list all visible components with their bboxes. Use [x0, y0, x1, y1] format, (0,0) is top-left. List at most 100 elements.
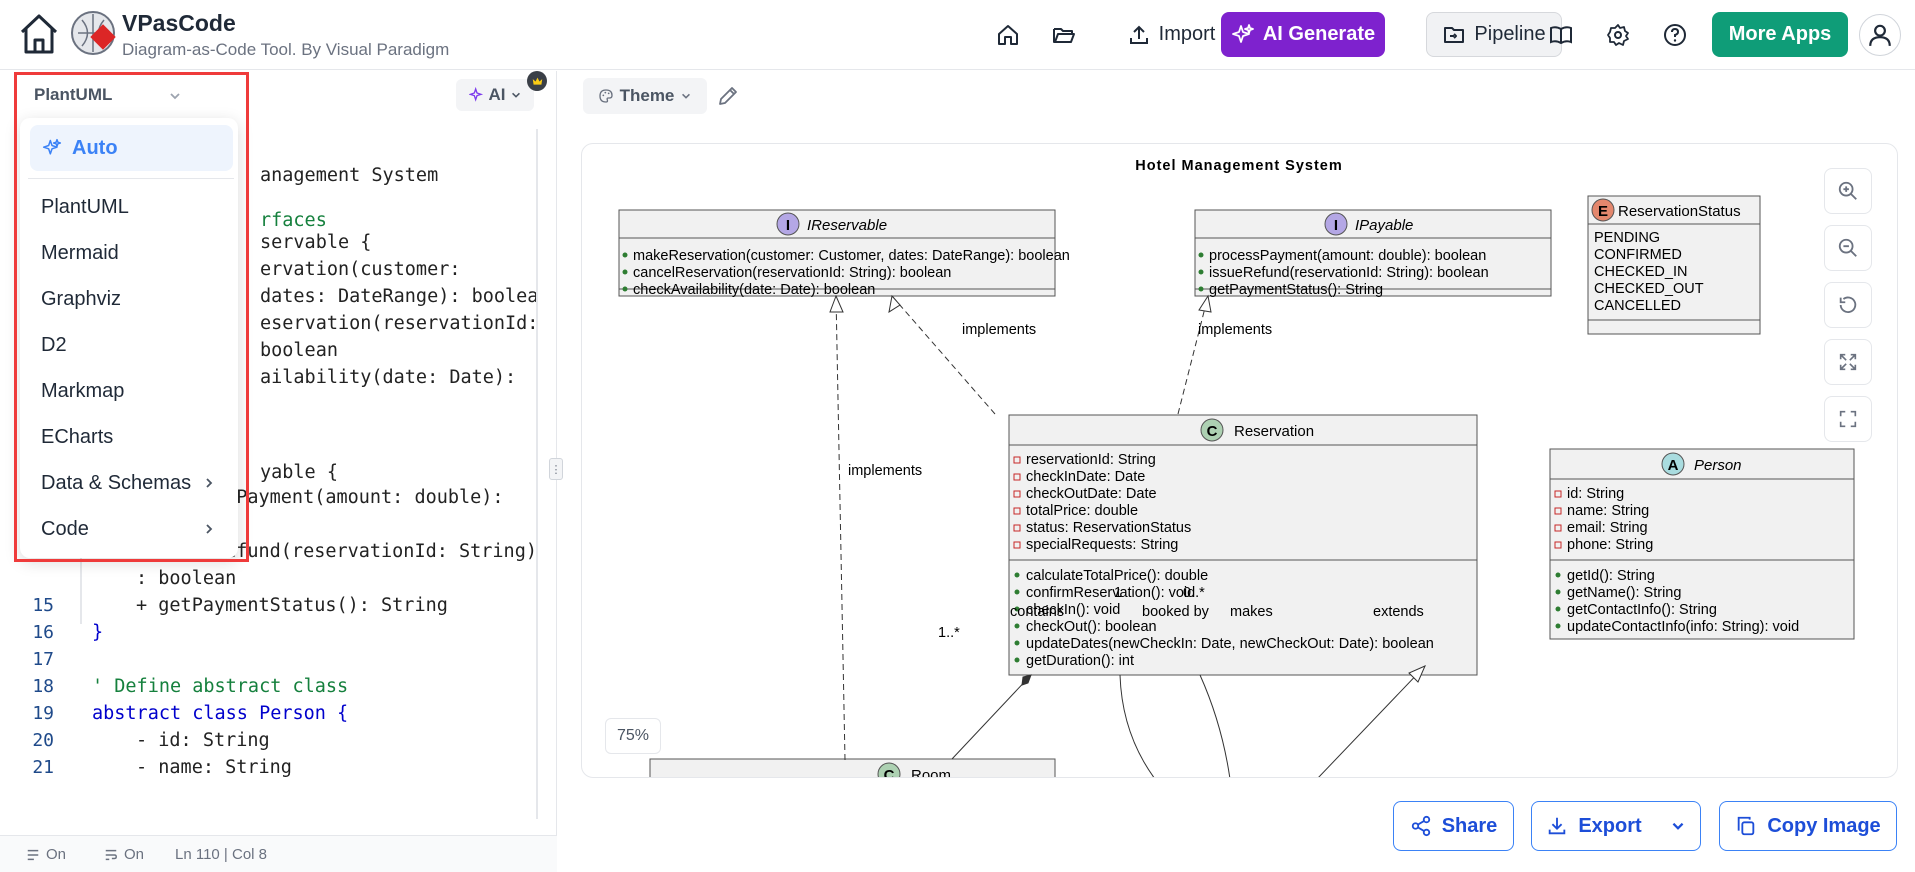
edit-pencil-icon[interactable]	[716, 84, 740, 108]
panel-resize-handle[interactable]: ⋮	[549, 458, 563, 480]
dropdown-item-auto[interactable]: Auto	[30, 125, 233, 171]
class-ireservable: I IReservable makeReservation(customer: …	[618, 209, 1070, 298]
svg-text:getDuration(): int: getDuration(): int	[1026, 653, 1134, 669]
svg-text:confirmReservation(): void: confirmReservation(): void	[1026, 585, 1195, 601]
vpascode-logo	[70, 10, 116, 56]
class-name: IReservable	[807, 217, 887, 234]
svg-text:extends: extends	[1373, 604, 1424, 620]
dropdown-item-markmap[interactable]: Markmap	[41, 380, 124, 403]
svg-text:id: String: id: String	[1567, 486, 1624, 502]
app-title: VPasCode	[122, 10, 236, 36]
user-avatar-icon[interactable]	[1859, 14, 1901, 56]
diagram-canvas[interactable]: Hotel Management System I IReservable ma…	[581, 143, 1898, 778]
dropdown-item-d2[interactable]: D2	[41, 334, 67, 357]
copy-image-button[interactable]: Copy Image	[1719, 801, 1897, 851]
chevron-down-icon[interactable]	[1670, 818, 1686, 834]
dropdown-item-mermaid[interactable]: Mermaid	[41, 242, 119, 265]
svg-text:getContactInfo(): String: getContactInfo(): String	[1567, 602, 1717, 618]
svg-text:cancelReservation(reservationI: cancelReservation(reservationId: String)…	[633, 265, 951, 281]
ai-generate-button[interactable]: AI Generate	[1221, 12, 1385, 57]
reset-view-icon[interactable]	[1824, 282, 1872, 328]
chevron-down-icon	[682, 93, 691, 99]
code-line: dates: DateRange): boolean	[260, 286, 540, 307]
dropdown-item-echarts[interactable]: ECharts	[41, 426, 113, 449]
code-line: ailability(date: Date):	[260, 367, 517, 388]
dropdown-item-graphviz[interactable]: Graphviz	[41, 288, 121, 311]
editor-scrollbar[interactable]	[536, 129, 538, 819]
language-select[interactable]: PlantUML	[34, 85, 112, 105]
svg-text:email: String: email: String	[1567, 520, 1648, 536]
code-line: yable {	[260, 462, 338, 483]
copy-icon	[1738, 816, 1755, 836]
language-dropdown-menu: Auto PlantUML Mermaid Graphviz D2 Markma…	[20, 118, 238, 558]
svg-text:updateDates(newCheckIn: Date,: updateDates(newCheckIn: Date, newCheckOu…	[1026, 636, 1434, 652]
download-icon	[1549, 817, 1566, 835]
code-line: abstract class Person {	[92, 703, 349, 724]
open-folder-icon[interactable]	[1046, 12, 1082, 57]
import-button[interactable]: Import	[1106, 12, 1236, 57]
svg-text:IPayable: IPayable	[1355, 217, 1413, 234]
theme-label: Theme	[619, 86, 675, 105]
ai-generate-label: AI Generate	[1262, 23, 1376, 45]
cursor-position: Ln 110 | Col 8	[175, 846, 268, 863]
pipeline-icon	[1444, 26, 1465, 43]
auto-label: Auto	[72, 136, 118, 159]
class-room: C Room	[649, 758, 1056, 778]
svg-text:CHECKED_IN: CHECKED_IN	[1594, 264, 1687, 280]
svg-text:phone: String: phone: String	[1567, 537, 1653, 553]
svg-text:A: A	[1668, 457, 1679, 474]
svg-text:Person: Person	[1694, 457, 1742, 474]
svg-text:E: E	[1598, 203, 1608, 220]
import-label: Import	[1158, 23, 1216, 45]
zoom-in-icon[interactable]	[1824, 168, 1872, 214]
export-button[interactable]: Export	[1531, 801, 1701, 851]
svg-text:getId(): String: getId(): String	[1567, 568, 1655, 584]
code-line: - id: String	[136, 730, 270, 751]
svg-text:getName(): String: getName(): String	[1567, 585, 1681, 601]
svg-text:1: 1	[1114, 585, 1122, 601]
home-nav-icon[interactable]	[990, 12, 1026, 57]
book-icon[interactable]	[1543, 12, 1579, 57]
fullscreen-icon[interactable]	[1824, 396, 1872, 442]
uml-diagram: Hotel Management System I IReservable ma…	[610, 149, 1877, 778]
svg-text:CANCELLED: CANCELLED	[1594, 298, 1681, 314]
help-icon[interactable]	[1657, 12, 1693, 57]
code-line: ervation(customer:	[260, 259, 461, 280]
ai-assist-button[interactable]: AI	[456, 79, 534, 111]
svg-text:1..*: 1..*	[938, 625, 960, 641]
home-icon[interactable]	[18, 12, 60, 56]
editor-toolbar: PlantUML AI	[0, 71, 557, 119]
dropdown-item-plantuml[interactable]: PlantUML	[41, 196, 129, 219]
code-line: servable {	[260, 232, 372, 253]
fit-to-screen-icon[interactable]	[1824, 339, 1872, 385]
svg-text:PENDING: PENDING	[1594, 230, 1660, 246]
format-toggle[interactable]: On	[104, 846, 144, 863]
word-wrap-toggle[interactable]: On	[26, 846, 66, 863]
chevron-right-icon	[206, 478, 213, 488]
line-number: 19	[32, 703, 54, 724]
editor-status-bar: On On Ln 110 | Col 8	[0, 835, 557, 872]
premium-crown-icon	[527, 71, 547, 91]
dropdown-item-data-schemas[interactable]: Data & Schemas	[41, 472, 191, 495]
chevron-down-icon[interactable]	[168, 89, 182, 103]
class-person: A Person id: String name: String email: …	[1549, 448, 1855, 640]
svg-text:updateContactInfo(info: String: updateContactInfo(info: String): void	[1567, 619, 1799, 635]
settings-gear-icon[interactable]	[1600, 12, 1636, 57]
more-apps-button[interactable]: More Apps	[1712, 12, 1848, 57]
svg-text:Room: Room	[911, 767, 951, 778]
class-ipayable: I IPayable processPayment(amount: double…	[1194, 209, 1552, 298]
svg-text:0..*: 0..*	[1183, 585, 1205, 601]
svg-text:checkInDate: Date: checkInDate: Date	[1026, 469, 1145, 485]
theme-button[interactable]: Theme	[583, 78, 707, 114]
chevron-down-icon	[511, 92, 520, 98]
code-line: ' Define abstract class	[92, 676, 349, 697]
svg-text:specialRequests: String: specialRequests: String	[1026, 537, 1178, 553]
dropdown-item-code[interactable]: Code	[41, 518, 89, 541]
pipeline-button[interactable]: Pipeline	[1426, 12, 1562, 57]
svg-text:totalPrice: double: totalPrice: double	[1026, 503, 1138, 519]
diagram-title: Hotel Management System	[1135, 158, 1343, 174]
zoom-out-icon[interactable]	[1824, 225, 1872, 271]
share-button[interactable]: Share	[1393, 801, 1514, 851]
svg-text:checkOut(): boolean: checkOut(): boolean	[1026, 619, 1157, 635]
svg-text:contains: contains	[1010, 604, 1064, 620]
